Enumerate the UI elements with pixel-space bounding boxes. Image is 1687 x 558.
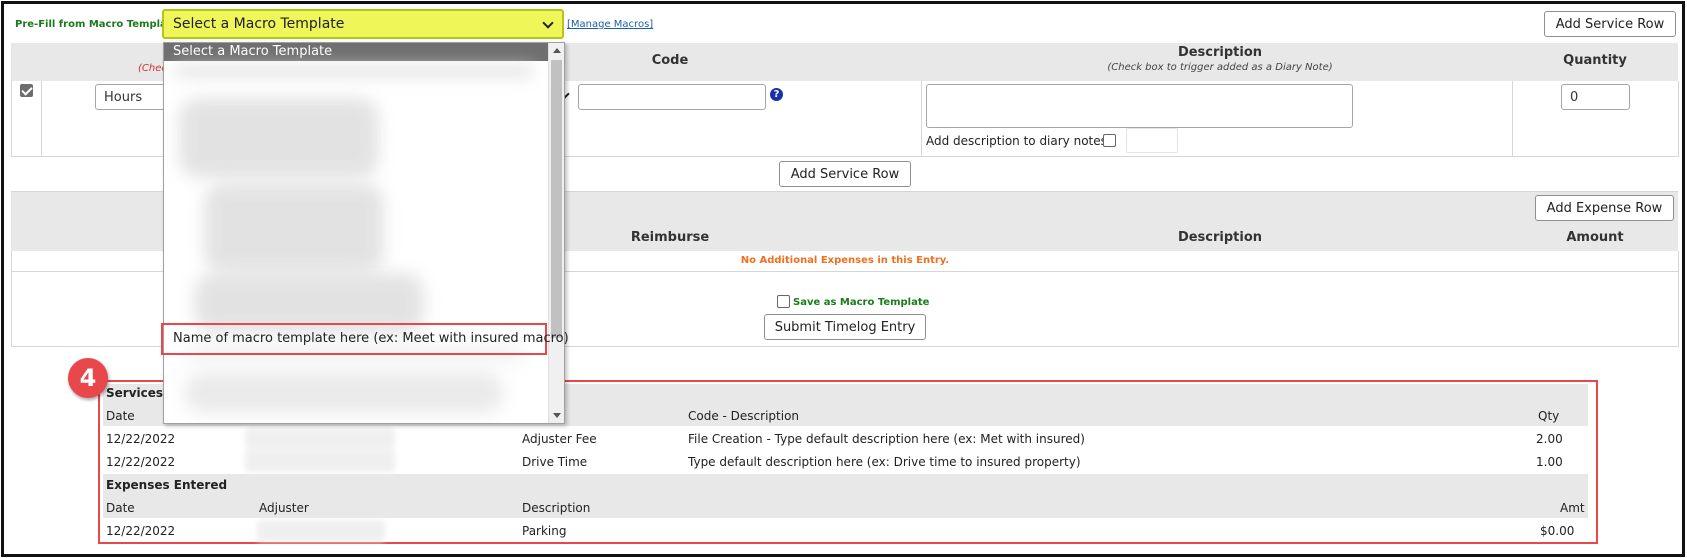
expenses-entered-header-band	[103, 474, 1588, 518]
table-row: $0.00	[1540, 524, 1575, 538]
diary-extra-field	[1126, 128, 1178, 153]
quantity-input[interactable]: 0	[1561, 84, 1630, 110]
step-number-badge: 4	[68, 358, 108, 398]
chevron-down-icon	[542, 17, 554, 29]
unit-select[interactable]: Hours	[95, 84, 170, 110]
amount-header: Amount	[1566, 230, 1624, 245]
dropdown-option-macro[interactable]: Name of macro template here (ex: Meet wi…	[173, 331, 569, 346]
expenses-amt-header: Amt	[1560, 501, 1585, 515]
table-row: File Creation - Type default description…	[688, 432, 1085, 446]
save-macro-label: Save as Macro Template	[793, 297, 930, 308]
table-row: 1.00	[1536, 455, 1563, 469]
reimburse-header: Reimburse	[630, 230, 710, 245]
diary-notes-checkbox[interactable]	[1103, 134, 1116, 147]
description-header: Description	[1177, 45, 1263, 60]
code-input[interactable]	[578, 84, 766, 110]
expense-description-header: Description	[1177, 230, 1263, 245]
no-expenses-message: No Additional Expenses in this Entry.	[740, 255, 950, 266]
submit-timelog-button[interactable]: Submit Timelog Entry	[764, 314, 926, 340]
services-date-header: Date	[106, 409, 135, 423]
manage-macros-link[interactable]: [Manage Macros]	[567, 19, 653, 30]
description-textarea[interactable]	[926, 84, 1353, 128]
expenses-adjuster-header: Adjuster	[259, 501, 309, 515]
help-icon[interactable]: ?	[770, 88, 783, 101]
prefill-label: Pre-Fill from Macro Template	[15, 19, 179, 30]
table-row: Drive Time	[522, 455, 588, 469]
services-code-desc-header: Code - Description	[688, 409, 800, 423]
service-row-checkbox[interactable]	[20, 84, 33, 97]
table-row: Parking	[522, 524, 567, 538]
macro-template-dropdown[interactable]: Select a Macro Template	[163, 42, 565, 424]
description-subheader: (Check box to trigger added as a Diary N…	[1107, 62, 1333, 73]
add-service-row-button[interactable]: Add Service Row	[779, 161, 911, 187]
table-row: Type default description here (ex: Drive…	[688, 455, 1081, 469]
macro-template-select[interactable]: Select a Macro Template	[162, 9, 564, 39]
table-row: 12/22/2022	[106, 432, 176, 446]
table-row: 12/22/2022	[106, 455, 176, 469]
table-row: 12/22/2022	[106, 524, 176, 538]
macro-select-value: Select a Macro Template	[173, 16, 345, 32]
expenses-date-header: Date	[106, 501, 135, 515]
code-header: Code	[651, 53, 689, 68]
dropdown-option-selected[interactable]: Select a Macro Template	[164, 43, 548, 61]
diary-notes-label: Add description to diary notes?	[926, 134, 1114, 148]
expenses-description-header: Description	[522, 501, 591, 515]
scroll-down-icon[interactable]	[553, 413, 561, 418]
add-expense-row-button[interactable]: Add Expense Row	[1535, 195, 1674, 221]
quantity-header: Quantity	[1563, 53, 1627, 68]
add-service-row-top-button[interactable]: Add Service Row	[1544, 11, 1676, 37]
save-macro-checkbox[interactable]	[777, 295, 790, 308]
scroll-up-icon[interactable]	[553, 48, 561, 53]
expenses-entered-title: Expenses Entered	[106, 478, 228, 492]
table-row: Adjuster Fee	[522, 432, 597, 446]
services-qty-header: Qty	[1538, 409, 1560, 423]
scroll-thumb[interactable]	[551, 60, 562, 338]
table-row: 2.00	[1536, 432, 1563, 446]
dropdown-scrollbar[interactable]	[548, 43, 564, 423]
